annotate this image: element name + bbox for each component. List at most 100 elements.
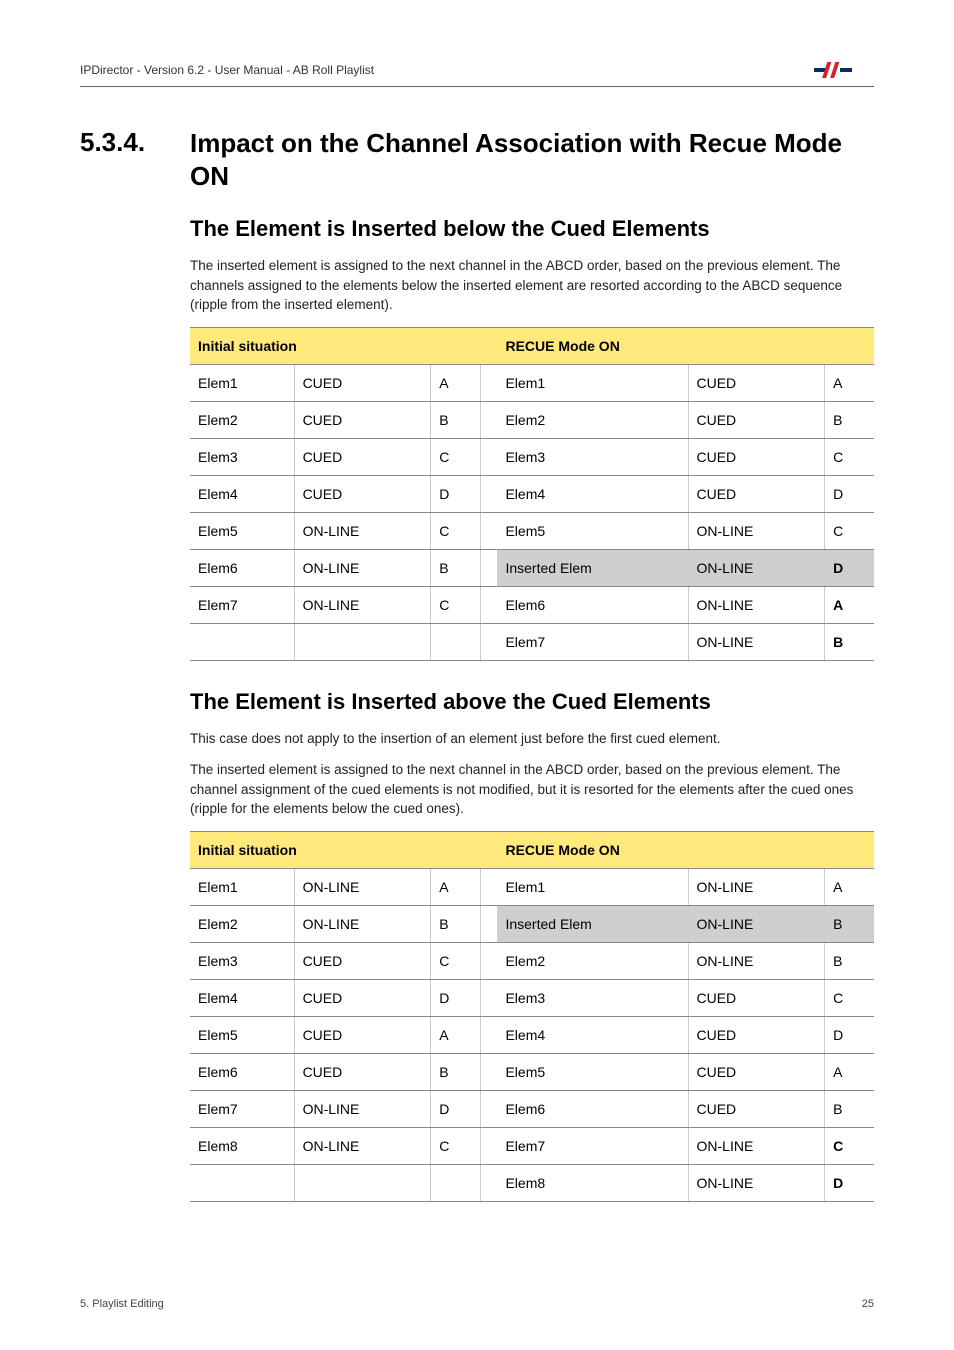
cell: Elem5 xyxy=(190,512,294,549)
cell: B xyxy=(825,905,874,942)
cell: ON-LINE xyxy=(688,512,825,549)
cell: CUED xyxy=(294,1016,431,1053)
cell-spacer xyxy=(481,512,498,549)
cell: CUED xyxy=(688,979,825,1016)
cell: B xyxy=(825,401,874,438)
cell: ON-LINE xyxy=(688,1127,825,1164)
cell: A xyxy=(825,868,874,905)
cell: Elem1 xyxy=(497,364,688,401)
cell: ON-LINE xyxy=(688,623,825,660)
cell xyxy=(431,1164,481,1201)
cell: C xyxy=(431,942,481,979)
cell: ON-LINE xyxy=(294,868,431,905)
cell: Elem5 xyxy=(497,1053,688,1090)
cell: Elem4 xyxy=(497,475,688,512)
cell: Inserted Elem xyxy=(497,549,688,586)
cell: D xyxy=(825,1016,874,1053)
subheading-below: The Element is Inserted below the Cued E… xyxy=(190,216,874,242)
cell: Elem8 xyxy=(497,1164,688,1201)
cell-spacer xyxy=(481,475,498,512)
cell: CUED xyxy=(688,475,825,512)
cell: Elem3 xyxy=(190,438,294,475)
paragraph-below: The inserted element is assigned to the … xyxy=(190,256,874,315)
cell: Elem7 xyxy=(190,586,294,623)
th-initial: Initial situation xyxy=(190,327,481,364)
cell-spacer xyxy=(481,868,498,905)
section-number: 5.3.4. xyxy=(80,127,160,158)
cell: Elem6 xyxy=(190,1053,294,1090)
cell: C xyxy=(825,512,874,549)
cell: A xyxy=(825,586,874,623)
cell: D xyxy=(431,1090,481,1127)
cell: CUED xyxy=(294,364,431,401)
cell xyxy=(294,1164,431,1201)
table-row: Elem8ON-LINECElem7ON-LINEC xyxy=(190,1127,874,1164)
table-row: Elem6ON-LINEBInserted ElemON-LINED xyxy=(190,549,874,586)
cell: Inserted Elem xyxy=(497,905,688,942)
cell: CUED xyxy=(294,942,431,979)
cell: B xyxy=(431,1053,481,1090)
cell: B xyxy=(825,623,874,660)
cell: Elem6 xyxy=(497,586,688,623)
cell: Elem4 xyxy=(497,1016,688,1053)
cell: CUED xyxy=(294,401,431,438)
cell: Elem7 xyxy=(190,1090,294,1127)
cell: D xyxy=(825,475,874,512)
cell-spacer xyxy=(481,905,498,942)
cell: CUED xyxy=(688,401,825,438)
paragraph-above-1: This case does not apply to the insertio… xyxy=(190,729,874,749)
cell: B xyxy=(431,549,481,586)
cell-spacer xyxy=(481,623,498,660)
footer-page-number: 25 xyxy=(862,1298,874,1310)
table-row: Elem2ON-LINEBInserted ElemON-LINEB xyxy=(190,905,874,942)
table-row: Elem8ON-LINED xyxy=(190,1164,874,1201)
cell: ON-LINE xyxy=(688,586,825,623)
table-row: Elem7ON-LINEB xyxy=(190,623,874,660)
cell: A xyxy=(431,868,481,905)
brand-logo xyxy=(814,60,874,80)
cell: ON-LINE xyxy=(688,868,825,905)
cell: Elem6 xyxy=(497,1090,688,1127)
cell: D xyxy=(825,549,874,586)
cell: CUED xyxy=(294,438,431,475)
th-recue-2: RECUE Mode ON xyxy=(497,831,874,868)
cell: Elem5 xyxy=(497,512,688,549)
cell: B xyxy=(825,942,874,979)
cell: CUED xyxy=(688,1090,825,1127)
cell: D xyxy=(825,1164,874,1201)
cell-spacer xyxy=(481,942,498,979)
doc-title: IPDirector - Version 6.2 - User Manual -… xyxy=(80,63,374,77)
table-row: Elem5CUEDAElem4CUEDD xyxy=(190,1016,874,1053)
cell: Elem5 xyxy=(190,1016,294,1053)
cell: Elem3 xyxy=(190,942,294,979)
cell: CUED xyxy=(688,1053,825,1090)
cell: ON-LINE xyxy=(294,586,431,623)
cell: Elem4 xyxy=(190,475,294,512)
cell: Elem8 xyxy=(190,1127,294,1164)
cell: CUED xyxy=(688,1016,825,1053)
table-row: Elem3CUEDCElem2ON-LINEB xyxy=(190,942,874,979)
cell: Elem4 xyxy=(190,979,294,1016)
cell-spacer xyxy=(481,1127,498,1164)
cell: ON-LINE xyxy=(294,512,431,549)
table-below: Initial situation RECUE Mode ON Elem1CUE… xyxy=(190,327,874,661)
cell-spacer xyxy=(481,549,498,586)
cell-spacer xyxy=(481,438,498,475)
table-row: Elem4CUEDDElem3CUEDC xyxy=(190,979,874,1016)
cell-spacer xyxy=(481,586,498,623)
paragraph-above-2: The inserted element is assigned to the … xyxy=(190,760,874,819)
table-row: Elem7ON-LINECElem6ON-LINEA xyxy=(190,586,874,623)
cell: Elem2 xyxy=(190,905,294,942)
cell: CUED xyxy=(294,475,431,512)
cell: B xyxy=(825,1090,874,1127)
cell: ON-LINE xyxy=(688,942,825,979)
cell: A xyxy=(431,1016,481,1053)
cell: CUED xyxy=(294,979,431,1016)
cell: CUED xyxy=(688,438,825,475)
table-above: Initial situation RECUE Mode ON Elem1ON-… xyxy=(190,831,874,1202)
cell-spacer xyxy=(481,1053,498,1090)
cell: Elem2 xyxy=(190,401,294,438)
cell: Elem7 xyxy=(497,1127,688,1164)
cell: Elem3 xyxy=(497,438,688,475)
table-row: Elem5ON-LINECElem5ON-LINEC xyxy=(190,512,874,549)
